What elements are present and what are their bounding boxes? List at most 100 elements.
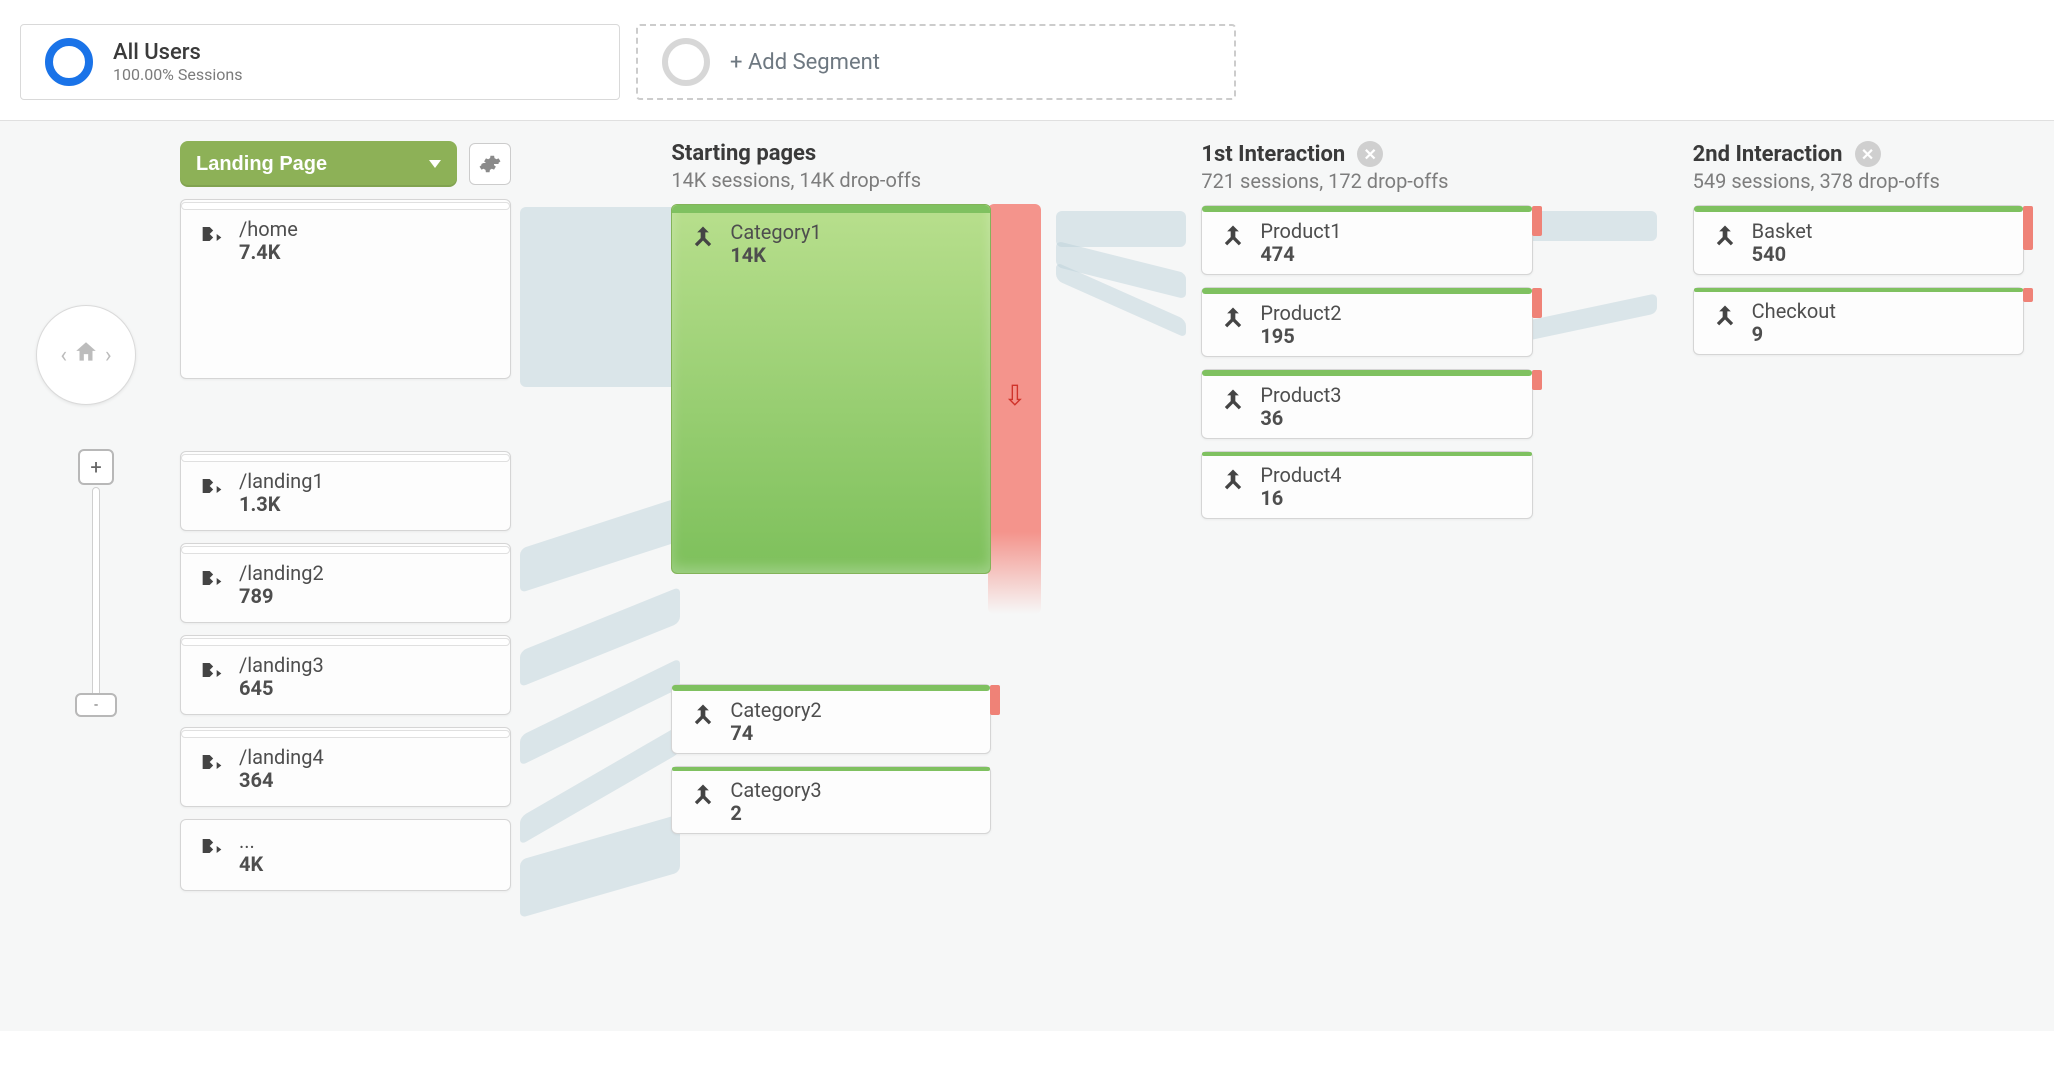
merge-icon [686,701,720,729]
node-value: 14K [730,243,821,267]
merge-icon [1216,222,1250,250]
node-label: ... [239,830,263,852]
node-label: /landing3 [239,654,324,676]
node-label: /landing1 [239,470,324,492]
interaction-node[interactable]: Product3 36 [1201,369,1532,439]
node-value: 36 [1260,406,1341,430]
landing-node[interactable]: /landing1 1.3K [180,451,511,531]
node-top-bar [672,205,990,213]
landing-node-more[interactable]: ... 4K [180,819,511,891]
node-top-bar [672,767,990,771]
home-icon[interactable] [73,339,99,371]
landing-node[interactable]: /landing3 645 [180,635,511,715]
zoom-control[interactable]: + - [78,449,114,717]
column-subtitle: 721 sessions, 172 drop-offs [1201,169,1532,193]
split-icon [195,832,229,860]
node-label: Category3 [730,779,821,801]
remove-step-button[interactable]: ✕ [1855,141,1881,167]
node-top-bar [1202,452,1531,456]
starting-node[interactable]: Category2 74 [671,684,991,754]
zoom-rail[interactable] [92,487,100,697]
node-label: Product2 [1260,302,1341,324]
merge-icon [686,781,720,809]
column-subtitle: 549 sessions, 378 drop-offs [1693,169,2024,193]
node-top-bar [181,454,510,462]
settings-button[interactable] [469,143,511,185]
node-top-bar [181,730,510,738]
add-segment-label: + Add Segment [730,50,880,75]
remove-step-button[interactable]: ✕ [1357,141,1383,167]
node-label: Category1 [730,221,821,243]
node-label: Basket [1752,220,1813,242]
merge-icon [1708,302,1742,330]
column-landing-page: Landing Page /home 7.4K [180,141,511,903]
landing-node[interactable]: /landing2 789 [180,543,511,623]
split-icon [195,472,229,500]
node-value: 789 [239,584,324,608]
gear-icon [479,153,501,175]
node-label: Product4 [1260,464,1341,486]
column-title: 1st Interaction ✕ [1201,141,1532,167]
dropoff-bar [1532,288,1542,318]
dropoff-bar: ⇩ [988,204,1041,614]
chevron-right-icon[interactable]: › [105,343,112,368]
node-label: Category2 [730,699,821,721]
split-icon [195,748,229,776]
starting-node-category1[interactable]: Category1 14K [671,204,991,574]
interaction-node[interactable]: Product1 474 [1201,205,1532,275]
node-label: /home [239,218,298,240]
node-value: 74 [730,721,821,745]
segment-circle-icon [45,38,93,86]
interaction-node[interactable]: Product2 195 [1201,287,1532,357]
dimension-label: Landing Page [196,153,327,176]
pan-navigator[interactable]: ‹ › [36,305,136,405]
segment-circle-icon [662,38,710,86]
node-top-bar [672,685,990,691]
node-top-bar [1202,206,1531,212]
node-value: 1.3K [239,492,324,516]
interaction-node[interactable]: Product4 16 [1201,451,1532,519]
node-top-bar [1694,206,2023,212]
node-label: /landing2 [239,562,324,584]
node-value: 195 [1260,324,1341,348]
node-label: /landing4 [239,746,324,768]
node-top-bar [181,546,510,554]
column-starting-pages: Starting pages 14K sessions, 14K drop-of… [671,141,1041,846]
split-icon [195,564,229,592]
landing-node-home[interactable]: /home 7.4K [180,199,511,379]
caret-down-icon [429,160,441,168]
column-subtitle: 14K sessions, 14K drop-offs [671,168,1041,192]
down-arrow-icon: ⇩ [1003,379,1026,412]
node-label: Product1 [1260,220,1341,242]
split-icon [195,220,229,248]
dimension-dropdown[interactable]: Landing Page [180,141,457,187]
merge-icon [1216,386,1250,414]
starting-node[interactable]: Category3 2 [671,766,991,834]
node-top-bar [181,638,510,646]
zoom-in-button[interactable]: + [78,449,114,485]
split-icon [195,656,229,684]
interaction-node[interactable]: Basket 540 [1693,205,2024,275]
node-value: 4K [239,852,263,876]
node-value: 540 [1752,242,1813,266]
dropoff-bar [1532,206,1542,236]
merge-icon [1216,304,1250,332]
dropoff-bar [2023,206,2033,250]
dropoff-bar [2023,288,2033,302]
zoom-handle[interactable]: - [75,693,117,717]
node-label: Product3 [1260,384,1341,406]
segment-chip-all-users[interactable]: All Users 100.00% Sessions [20,24,620,100]
merge-icon [1708,222,1742,250]
merge-icon [1216,466,1250,494]
interaction-node[interactable]: Checkout 9 [1693,287,2024,355]
node-value: 364 [239,768,324,792]
landing-node[interactable]: /landing4 364 [180,727,511,807]
chevron-left-icon[interactable]: ‹ [60,343,67,368]
segment-subtitle: 100.00% Sessions [113,65,242,84]
node-top-bar [1202,370,1531,376]
node-top-bar [1202,288,1531,294]
node-value: 474 [1260,242,1341,266]
add-segment-button[interactable]: + Add Segment [636,24,1236,100]
column-second-interaction: 2nd Interaction ✕ 549 sessions, 378 drop… [1693,141,2024,367]
node-label: Checkout [1752,300,1836,322]
